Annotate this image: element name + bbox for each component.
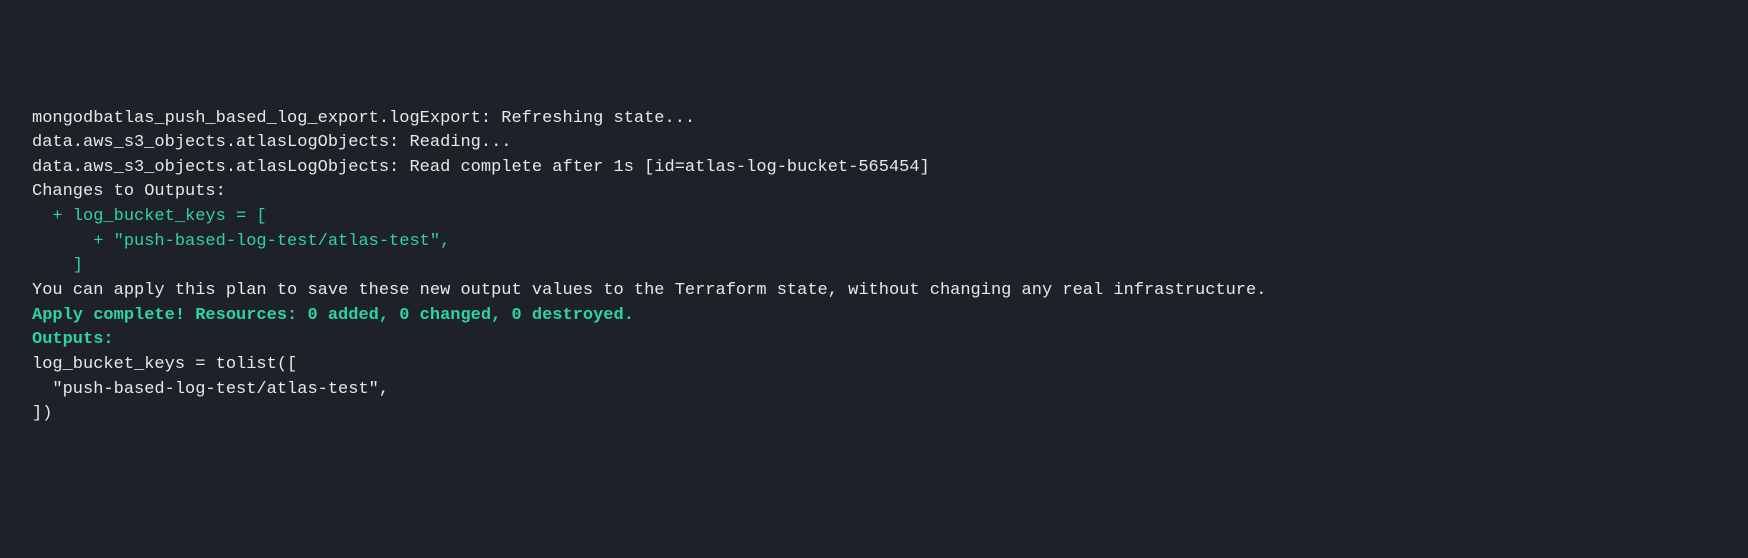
changes-output-value: + "push-based-log-test/atlas-test", (32, 230, 1748, 255)
terminal-output: mongodbatlas_push_based_log_export.logEx… (32, 107, 1748, 427)
changes-output-close: ] (32, 254, 1748, 279)
output-var-close: ]) (32, 402, 1748, 427)
apply-complete-text: Apply complete! Resources: 0 added, 0 ch… (32, 304, 1748, 329)
apply-hint-text: You can apply this plan to save these ne… (32, 279, 1748, 304)
output-var-value: "push-based-log-test/atlas-test", (32, 378, 1748, 403)
changes-header: Changes to Outputs: (32, 180, 1748, 205)
changes-output-line: + log_bucket_keys = [ (32, 205, 1748, 230)
terraform-read-complete-line: data.aws_s3_objects.atlasLogObjects: Rea… (32, 156, 1748, 181)
terraform-refresh-line: mongodbatlas_push_based_log_export.logEx… (32, 107, 1748, 132)
outputs-header: Outputs: (32, 328, 1748, 353)
output-var-line: log_bucket_keys = tolist([ (32, 353, 1748, 378)
terraform-reading-line: data.aws_s3_objects.atlasLogObjects: Rea… (32, 131, 1748, 156)
